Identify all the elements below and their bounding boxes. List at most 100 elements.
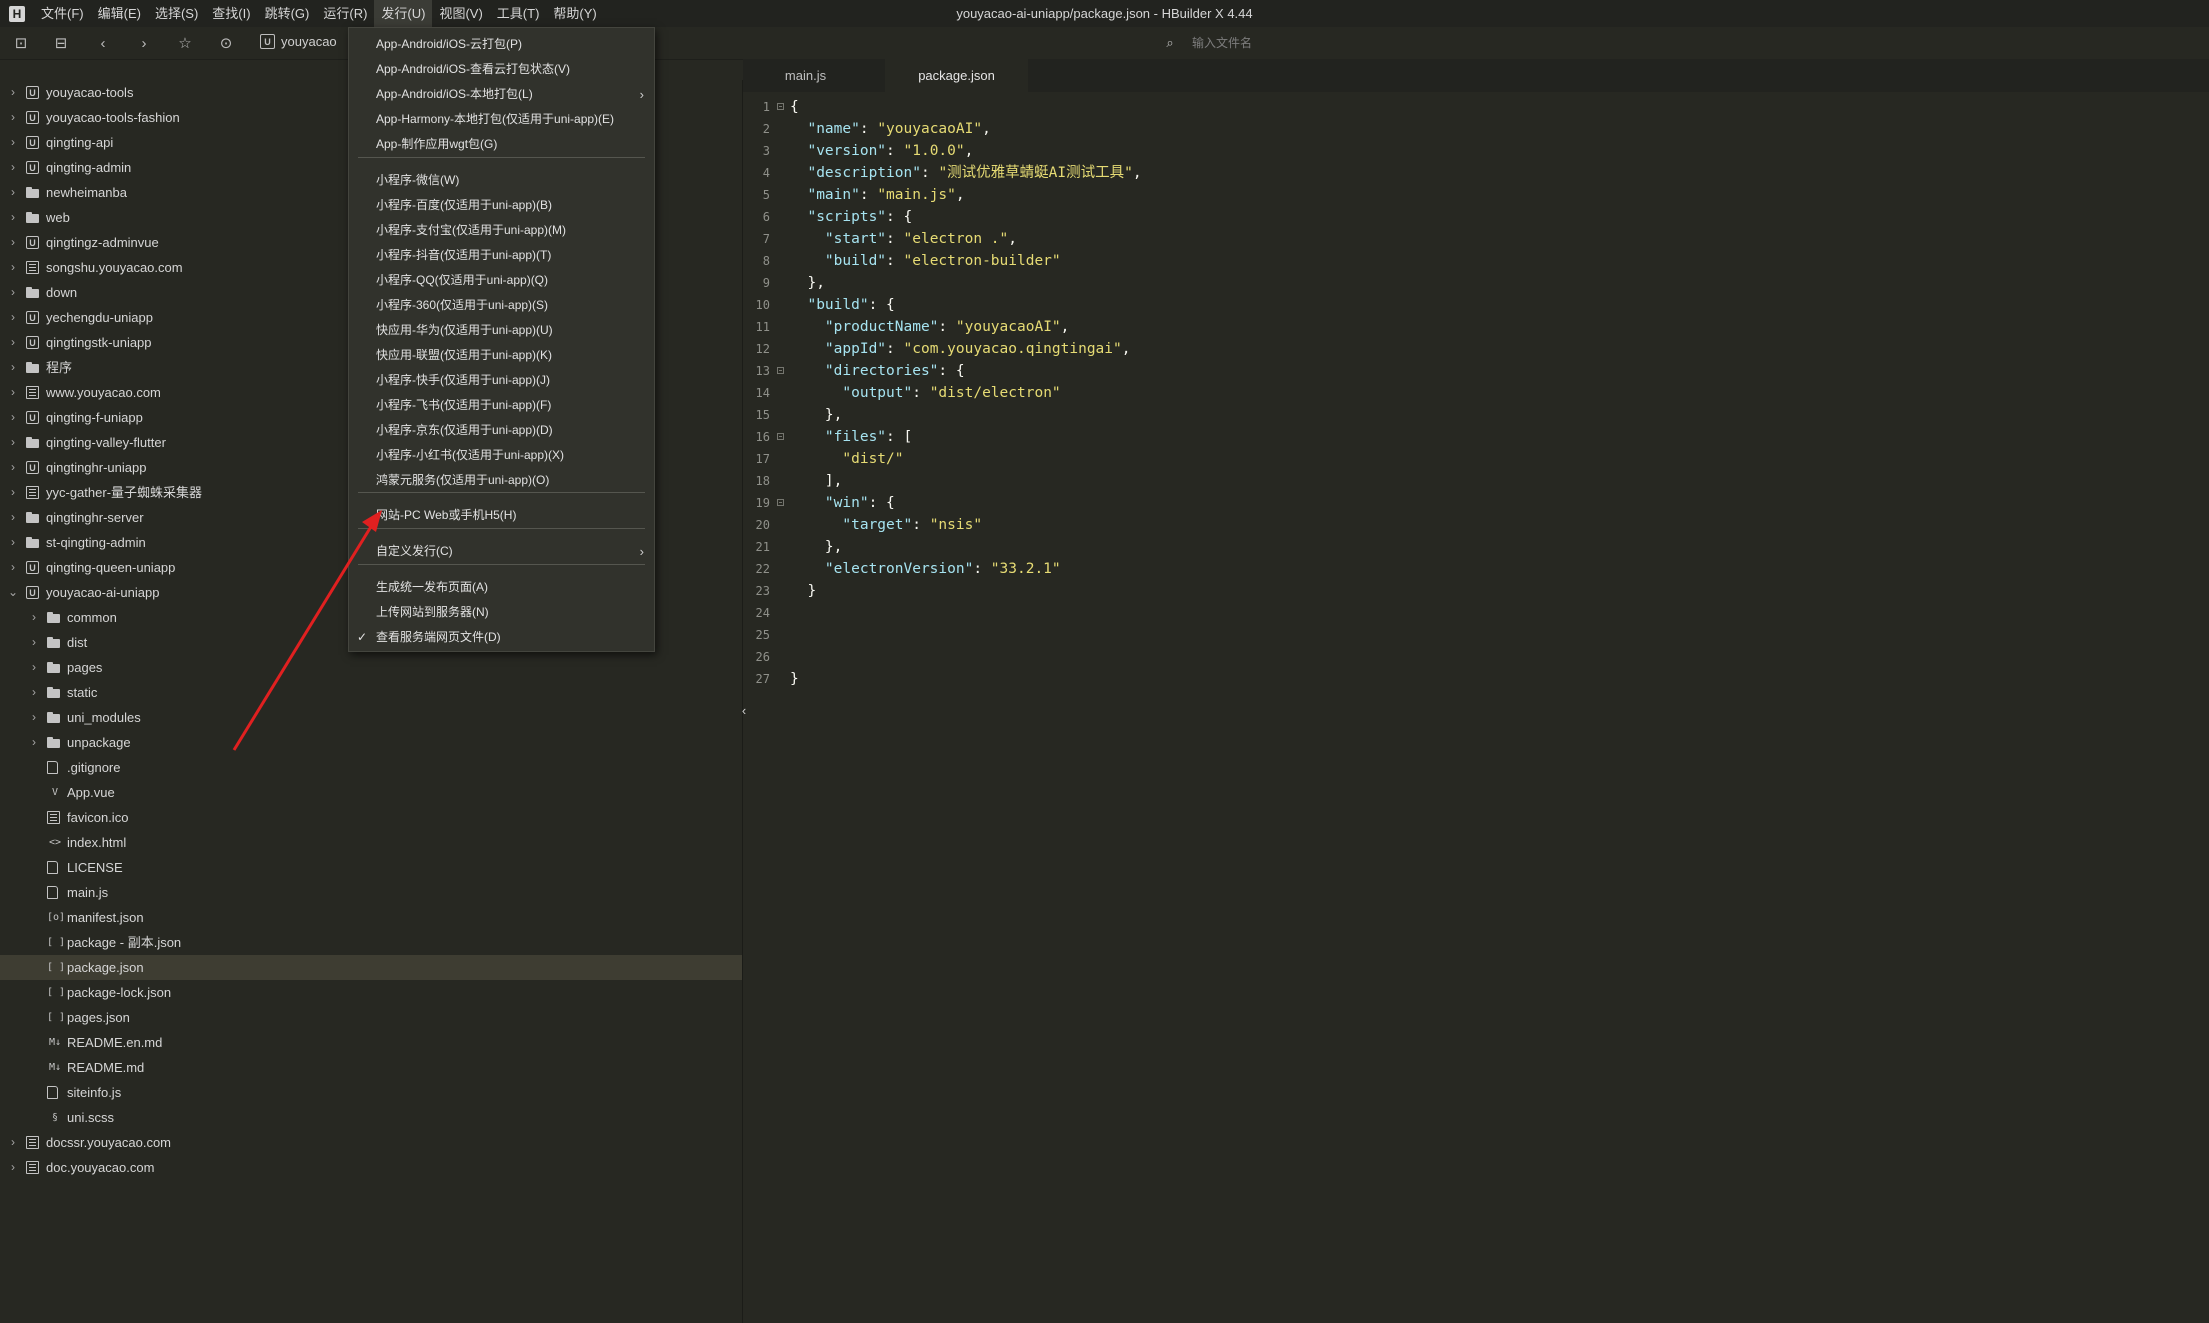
tree-item[interactable]: LICENSE [0,855,742,880]
save-icon[interactable]: ⊟ [51,33,71,53]
code-line[interactable]: "directories": { [790,360,965,382]
code-line[interactable]: "dist/" [790,448,903,470]
tree-item[interactable]: [ ] package - 副本.json [0,930,742,955]
code-line[interactable]: "main": "main.js", [790,184,964,206]
tree-item[interactable]: [ ] package-lock.json [0,980,742,1005]
publish-menu-item[interactable]: 小程序-360(仅适用于uni-app)(S) [349,293,654,318]
fold-toggle-icon[interactable] [777,433,784,440]
chevron-right-icon[interactable]: › [6,430,20,455]
fold-toggle-icon[interactable] [777,367,784,374]
tree-item[interactable]: › pages [0,655,742,680]
code-line[interactable]: ], [790,470,842,492]
code-line[interactable]: "scripts": { [790,206,912,228]
publish-menu-item[interactable]: 小程序-支付宝(仅适用于uni-app)(M) [349,218,654,243]
publish-menu-item[interactable]: 小程序-微信(W) [349,168,654,193]
tab-package-json[interactable]: package.json [885,59,1028,92]
chevron-right-icon[interactable]: › [6,280,20,305]
menu-item[interactable]: 运行(R) [316,0,374,27]
chevron-right-icon[interactable]: › [6,380,20,405]
publish-menu-item[interactable]: 快应用-联盟(仅适用于uni-app)(K) [349,343,654,368]
publish-menu-item[interactable]: 鸿蒙元服务(仅适用于uni-app)(O) [349,468,654,493]
code-line[interactable]: "name": "youyacaoAI", [790,118,990,140]
chevron-right-icon[interactable]: › [27,680,41,705]
code-line[interactable]: "description": "测试优雅草蜻蜓AI测试工具", [790,162,1141,184]
publish-menu-item[interactable]: 小程序-小红书(仅适用于uni-app)(X) [349,443,654,468]
chevron-right-icon[interactable]: › [6,480,20,505]
chevron-right-icon[interactable]: › [6,105,20,130]
tree-item[interactable]: › doc.youyacao.com [0,1155,742,1180]
menu-item[interactable]: 工具(T) [490,0,547,27]
tree-item[interactable]: › static [0,680,742,705]
publish-menu-item[interactable]: 小程序-飞书(仅适用于uni-app)(F) [349,393,654,418]
menu-item[interactable]: 视图(V) [432,0,489,27]
code-line[interactable]: "build": { [790,294,894,316]
code-line[interactable]: "productName": "youyacaoAI", [790,316,1069,338]
menu-item[interactable]: 文件(F) [34,0,91,27]
chevron-right-icon[interactable]: › [6,355,20,380]
favorite-star-icon[interactable]: ☆ [175,33,195,53]
publish-menu-item[interactable]: 网站-PC Web或手机H5(H) [349,503,654,528]
chevron-right-icon[interactable]: › [6,230,20,255]
code-line[interactable]: "win": { [790,492,895,514]
chevron-right-icon[interactable]: › [27,630,41,655]
code-line[interactable]: "build": "electron-builder" [790,250,1061,272]
menu-item[interactable]: 查找(I) [205,0,257,27]
tab-main-js[interactable]: main.js [743,59,868,92]
code-line[interactable]: "version": "1.0.0", [790,140,973,162]
publish-menu-item[interactable]: ✓ 查看服务端网页文件(D) [349,625,654,650]
tree-item[interactable]: › uni_modules [0,705,742,730]
chevron-right-icon[interactable]: › [6,130,20,155]
publish-menu-item[interactable]: App-Harmony-本地打包(仅适用于uni-app)(E) [349,107,654,132]
publish-menu-item[interactable]: App-制作应用wgt包(G) [349,132,654,157]
breadcrumb[interactable]: U youyacao [260,34,337,49]
tree-item[interactable]: [o] manifest.json [0,905,742,930]
code-line[interactable]: }, [790,272,824,294]
publish-menu-item[interactable]: 自定义发行(C) › [349,539,654,564]
tree-item[interactable]: › unpackage [0,730,742,755]
tree-item[interactable]: .gitignore [0,755,742,780]
chevron-right-icon[interactable]: › [6,405,20,430]
hbuilder-logo-icon[interactable]: H [9,5,25,22]
publish-menu-item[interactable]: 小程序-京东(仅适用于uni-app)(D) [349,418,654,443]
chevron-right-icon[interactable]: › [6,555,20,580]
chevron-right-icon[interactable]: › [6,455,20,480]
menu-item[interactable]: 编辑(E) [91,0,148,27]
code-line[interactable]: "start": "electron .", [790,228,1017,250]
menu-item[interactable]: 帮助(Y) [546,0,603,27]
code-line[interactable]: "electronVersion": "33.2.1" [790,558,1061,580]
chevron-right-icon[interactable]: › [6,205,20,230]
collapse-sidebar-chevron-icon[interactable]: ‹ [737,703,751,719]
publish-menu-item[interactable]: 快应用-华为(仅适用于uni-app)(U) [349,318,654,343]
file-search-input[interactable] [1190,35,1454,51]
publish-menu-item[interactable]: App-Android/iOS-本地打包(L) › [349,82,654,107]
tree-item[interactable]: <> index.html [0,830,742,855]
code-line[interactable]: } [790,668,799,690]
chevron-right-icon[interactable]: › [27,605,41,630]
publish-menu-item[interactable]: 上传网站到服务器(N) [349,600,654,625]
chevron-right-icon[interactable]: › [6,255,20,280]
code-line[interactable]: }, [790,536,842,558]
publish-menu-item[interactable]: 小程序-快手(仅适用于uni-app)(J) [349,368,654,393]
breadcrumb-project[interactable]: youyacao [281,34,337,49]
tree-item[interactable]: M↓ README.en.md [0,1030,742,1055]
publish-menu-item[interactable]: 小程序-QQ(仅适用于uni-app)(Q) [349,268,654,293]
chevron-down-icon[interactable]: ⌄ [6,580,20,605]
chevron-right-icon[interactable]: › [6,80,20,105]
chevron-right-icon[interactable]: › [6,530,20,555]
code-line[interactable]: }, [790,404,842,426]
forward-icon[interactable]: › [134,33,154,53]
toggle-sidebar-icon[interactable]: ⊡ [11,33,31,53]
chevron-right-icon[interactable]: › [6,305,20,330]
menu-item[interactable]: 选择(S) [148,0,205,27]
menu-item[interactable]: 发行(U) [374,0,433,27]
code-line[interactable]: { [790,96,799,118]
tree-item[interactable]: favicon.ico [0,805,742,830]
chevron-right-icon[interactable]: › [6,180,20,205]
publish-menu-item[interactable]: App-Android/iOS-云打包(P) [349,32,654,57]
tree-item[interactable]: § uni.scss [0,1105,742,1130]
tree-item[interactable]: siteinfo.js [0,1080,742,1105]
code-line[interactable]: "files": [ [790,426,912,448]
chevron-right-icon[interactable]: › [27,705,41,730]
chevron-right-icon[interactable]: › [6,1130,20,1155]
publish-menu-item[interactable]: 小程序-抖音(仅适用于uni-app)(T) [349,243,654,268]
